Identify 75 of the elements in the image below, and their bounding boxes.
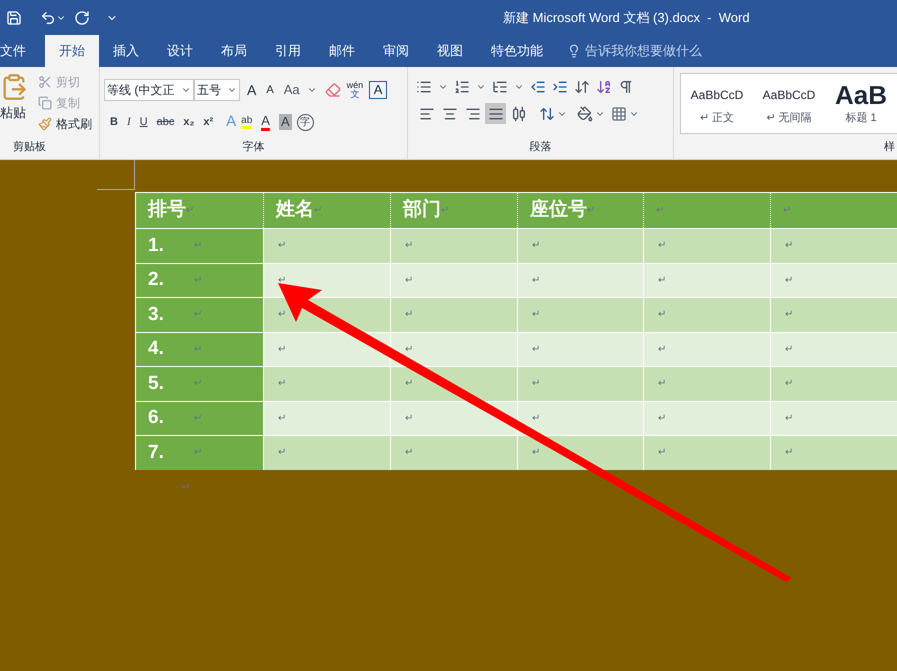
header-cell-text: 排号↵	[146, 198, 195, 222]
group-label: 字体	[242, 140, 266, 155]
row-header-cell: 3. ↵	[136, 298, 263, 332]
ribbon-tab[interactable]: 引用	[261, 35, 315, 67]
row-header-cell: 5. ↵	[136, 367, 263, 400]
grow-font-button[interactable]: A	[244, 80, 260, 100]
char-shading-button[interactable]: A	[278, 114, 292, 130]
format-painter-button[interactable]: 格式刷	[38, 115, 92, 133]
ribbon-tab[interactable]: 开始	[45, 35, 99, 67]
paste-button[interactable]: 粘贴	[0, 71, 28, 139]
font-size-select[interactable]: 五号	[194, 79, 240, 101]
format-button[interactable]: I	[124, 114, 133, 130]
sort-icon[interactable]	[596, 79, 612, 95]
paintbrush-icon	[38, 117, 52, 131]
window-title: 新建 Microsoft Word 文档 (3).docx - Word	[503, 8, 750, 27]
format-button[interactable]: x²	[201, 114, 216, 130]
tell-me-field[interactable]: 告诉我你想要做什么	[567, 35, 702, 67]
align-right-icon	[464, 106, 480, 122]
align-button[interactable]	[485, 103, 506, 124]
format-button[interactable]: U	[138, 114, 150, 130]
format-button[interactable]: x₂	[181, 114, 196, 130]
table-cell: ↵	[390, 436, 517, 470]
lightbulb-icon	[567, 44, 581, 58]
scissors-icon	[38, 75, 52, 89]
style-item[interactable]: AaB 标题 1	[825, 74, 897, 133]
format-button[interactable]: B	[108, 114, 120, 130]
copy-icon	[38, 96, 52, 110]
char-border-button[interactable]: A	[369, 81, 388, 99]
row-header-cell: 7. ↵	[136, 436, 263, 470]
ribbon-tab[interactable]: 插入	[99, 35, 153, 67]
row-header-cell: 6. ↵	[136, 402, 263, 435]
font-family-select[interactable]: 等线 (中文正	[104, 79, 194, 101]
redo-icon[interactable]	[74, 10, 90, 26]
row-header-cell: 4. ↵	[136, 332, 263, 366]
increase-indent-icon[interactable]	[552, 79, 568, 95]
table-cell: ↵	[643, 436, 770, 470]
paragraph-mark: ↵	[182, 480, 191, 494]
ribbon-tab[interactable]: 审阅	[369, 35, 423, 67]
style-item[interactable]: AaBbCcD ↵ 无间隔	[753, 74, 825, 133]
phonetic-guide-button[interactable]: wén 文	[344, 81, 366, 99]
ribbon-tab[interactable]: 布局	[207, 35, 261, 67]
style-item[interactable]: AaBbCcD ↵ 正文	[681, 74, 753, 133]
shading-icon[interactable]	[577, 106, 593, 122]
group-label: 样	[884, 140, 896, 155]
table-cell: ↵	[770, 436, 897, 470]
font-color-button[interactable]: A	[261, 114, 270, 131]
row-header-cell: 1. ↵	[136, 229, 263, 262]
eraser-icon[interactable]	[324, 82, 341, 98]
align-center-icon	[442, 106, 458, 122]
borders-icon[interactable]	[611, 106, 627, 122]
group-label: 剪贴板	[12, 140, 47, 155]
highlight-button[interactable]: ab	[241, 115, 252, 130]
text-direction-icon[interactable]	[574, 79, 590, 95]
align-left-icon	[418, 106, 434, 122]
bullet-list-icon[interactable]	[416, 79, 432, 95]
group-label: 段落	[528, 140, 552, 155]
ribbon-tab[interactable]: 视图	[423, 35, 477, 67]
ribbon-tab[interactable]: 设计	[153, 35, 207, 67]
line-spacing-icon[interactable]	[539, 106, 555, 122]
ribbon-tab[interactable]: 邮件	[315, 35, 369, 67]
ribbon-tab[interactable]: 特色功能	[477, 35, 557, 67]
save-icon[interactable]	[6, 10, 22, 26]
table-cell: ↵	[263, 436, 390, 470]
show-marks-icon[interactable]	[618, 79, 634, 95]
format-button[interactable]: abc	[154, 114, 176, 130]
numbered-list-icon[interactable]	[454, 79, 470, 95]
enclose-char-button[interactable]: 字	[296, 114, 314, 131]
ribbon-tab[interactable]: 文件	[0, 35, 45, 67]
shrink-font-button[interactable]: A	[263, 82, 277, 98]
multilevel-list-icon[interactable]	[492, 79, 508, 95]
undo-icon[interactable]	[40, 10, 56, 26]
row-header-cell: 2. ↵	[136, 264, 263, 297]
change-case-button[interactable]: Aa	[280, 80, 303, 100]
decrease-indent-icon[interactable]	[530, 79, 546, 95]
justify-icon	[488, 106, 504, 122]
